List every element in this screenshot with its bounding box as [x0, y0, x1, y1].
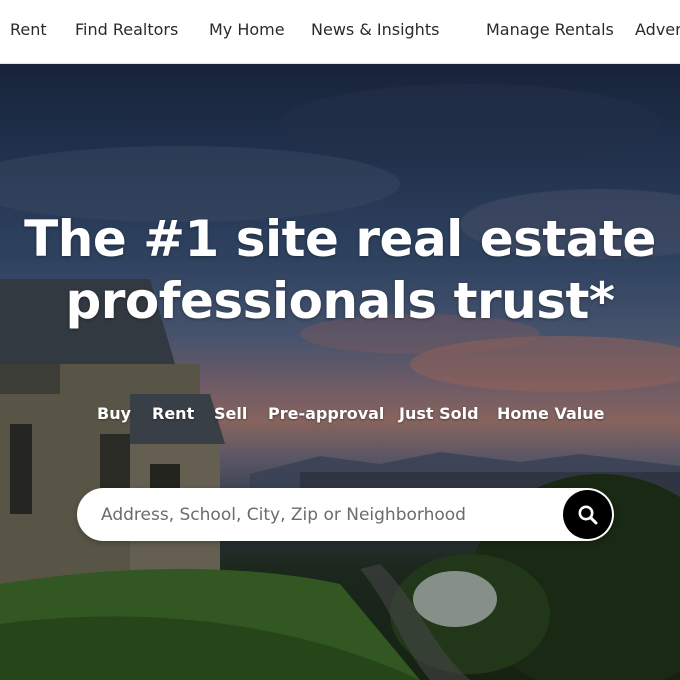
nav-item-advertise[interactable]: Adver [635, 20, 680, 39]
tab-home-value[interactable]: Home Value [497, 404, 605, 423]
nav-item-news-insights[interactable]: News & Insights [311, 20, 439, 39]
hero-headline-line2: professionals trust* [65, 272, 615, 330]
tab-buy[interactable]: Buy [97, 404, 131, 423]
tab-rent[interactable]: Rent [152, 404, 194, 423]
tab-pre-approval[interactable]: Pre-approval [268, 404, 384, 423]
hero-section: The #1 site real estate professionals tr… [0, 64, 680, 680]
nav-item-rent[interactable]: Rent [10, 20, 47, 39]
hero-headline-line1: The #1 site real estate [24, 210, 656, 268]
search-button[interactable] [563, 490, 612, 539]
nav-item-manage-rentals[interactable]: Manage Rentals [486, 20, 614, 39]
page: Rent Find Realtors My Home News & Insigh… [0, 0, 680, 680]
tab-just-sold[interactable]: Just Sold [399, 404, 479, 423]
nav-item-find-realtors[interactable]: Find Realtors [75, 20, 178, 39]
search-bar [77, 488, 614, 541]
hero-headline: The #1 site real estate professionals tr… [0, 208, 680, 332]
top-navigation: Rent Find Realtors My Home News & Insigh… [0, 0, 680, 64]
nav-item-my-home[interactable]: My Home [209, 20, 285, 39]
tab-sell[interactable]: Sell [214, 404, 247, 423]
search-type-tabs: Buy Rent Sell Pre-approval Just Sold Hom… [0, 404, 680, 426]
search-input[interactable] [101, 488, 551, 541]
hero-overlay [0, 64, 680, 680]
search-icon [578, 505, 597, 524]
